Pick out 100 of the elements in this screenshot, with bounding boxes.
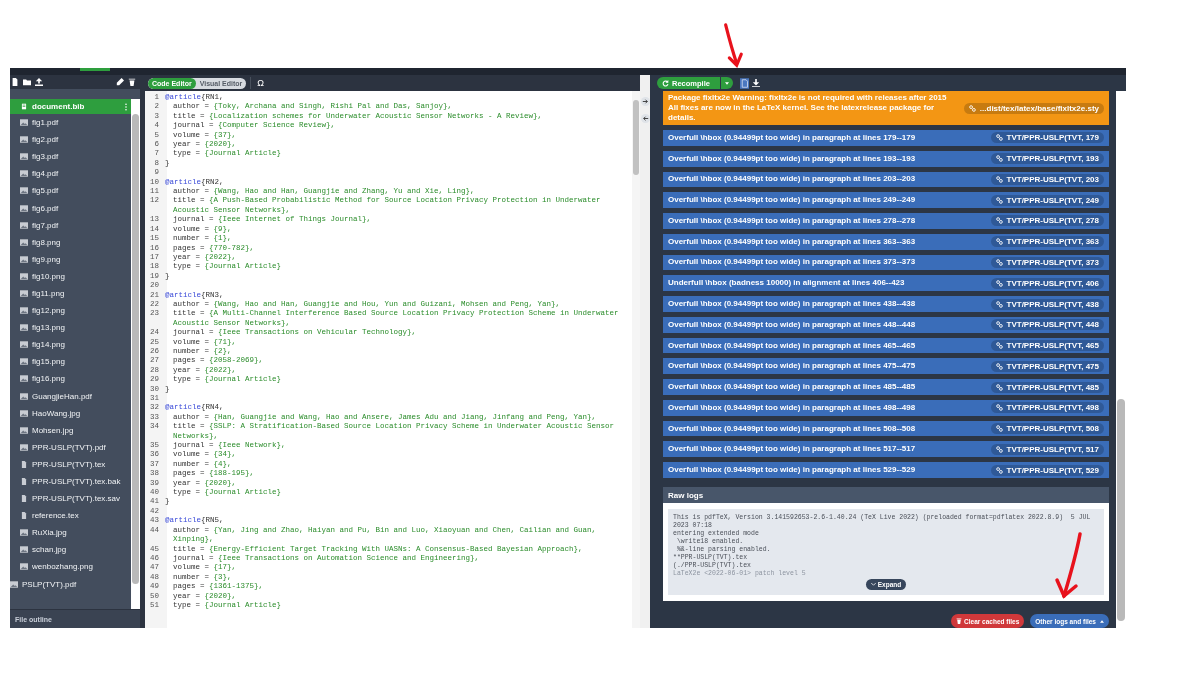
file-link[interactable]: TVT/PPR-USLP(TVT, 448 <box>990 319 1104 331</box>
link-icon <box>995 445 1003 453</box>
upload-icon[interactable] <box>35 78 43 86</box>
file-link[interactable]: TVT/PPR-USLP(TVT, 529 <box>990 464 1104 476</box>
new-file-icon[interactable] <box>11 78 19 86</box>
file-item[interactable]: PPR-USLP(TVT).tex <box>10 455 131 473</box>
image-file-icon <box>20 375 28 383</box>
file-link[interactable]: TVT/PPR-USLP(TVT, 406 <box>990 277 1104 289</box>
file-item[interactable]: fig7.pdf <box>10 216 131 234</box>
file-item[interactable]: fig3.pdf <box>10 148 131 166</box>
file-item[interactable]: GuangjieHan.pdf <box>10 387 131 405</box>
link-icon <box>995 238 1003 246</box>
file-item[interactable]: fig5.pdf <box>10 182 131 200</box>
log-entry[interactable]: Overfull \hbox (0.94499pt too wide) in paragraph at lines 203--203 TVT/PPR-USLP(TVT, 203 <box>663 171 1109 188</box>
file-link[interactable]: TVT/PPR-USLP(TVT, 179 <box>990 132 1104 144</box>
pencil-icon[interactable] <box>116 78 124 86</box>
log-message: Overfull \hbox (0.94499pt too wide) in paragraph at lines 179--179 <box>668 132 916 143</box>
file-link[interactable]: TVT/PPR-USLP(TVT, 517 <box>990 443 1104 455</box>
log-message: Overfull \hbox (0.94499pt too wide) in paragraph at lines 363--363 <box>668 236 916 247</box>
file-item[interactable]: schan.jpg <box>10 541 131 559</box>
trash-icon[interactable] <box>128 78 136 86</box>
log-entry[interactable]: Overfull \hbox (0.94499pt too wide) in paragraph at lines 179--179 TVT/PPR-USLP(TVT, 179 <box>663 130 1109 146</box>
file-item[interactable]: Mohsen.jpg <box>10 421 131 439</box>
image-file-icon <box>20 529 28 537</box>
folder-icon[interactable] <box>23 78 31 86</box>
image-file-icon <box>20 358 28 366</box>
log-message: Overfull \hbox (0.94499pt too wide) in paragraph at lines 485--485 <box>668 382 916 393</box>
file-item[interactable]: fig12.png <box>10 302 131 320</box>
file-item[interactable]: PPR-USLP(TVT).tex.bak <box>10 472 131 491</box>
image-file-icon <box>20 307 28 315</box>
document-icon[interactable] <box>739 77 749 89</box>
image-file-icon <box>20 153 28 161</box>
raw-logs-header[interactable]: Raw logs <box>663 487 1109 503</box>
file-item[interactable]: fig2.pdf <box>10 131 131 149</box>
file-link[interactable]: TVT/PPR-USLP(TVT, 498 <box>990 402 1104 414</box>
log-entry[interactable]: Overfull \hbox (0.94499pt too wide) in paragraph at lines 448--448 TVT/PPR-USLP(TVT, 448 <box>663 316 1109 333</box>
file-link[interactable]: TVT/PPR-USLP(TVT, 278 <box>990 215 1104 227</box>
log-entry[interactable]: Overfull \hbox (0.94499pt too wide) in paragraph at lines 249--249 TVT/PPR-USLP(TVT, 249 <box>663 192 1109 209</box>
arrow-left-icon[interactable] <box>640 114 650 123</box>
image-file-icon <box>20 272 28 280</box>
download-icon[interactable] <box>751 79 760 87</box>
log-entry[interactable]: Overfull \hbox (0.94499pt too wide) in paragraph at lines 193--193 TVT/PPR-USLP(TVT, 193 <box>663 150 1109 167</box>
file-link[interactable]: TVT/PPR-USLP(TVT, 508 <box>990 423 1104 435</box>
log-message: Overfull \hbox (0.94499pt too wide) in paragraph at lines 448--448 <box>668 319 916 330</box>
image-file-icon <box>20 221 28 229</box>
file-item[interactable]: RuXia.jpg <box>10 524 131 542</box>
log-entry[interactable]: Overfull \hbox (0.94499pt too wide) in paragraph at lines 438--438 TVT/PPR-USLP(TVT, 438 <box>663 296 1109 312</box>
link-icon <box>995 175 1003 183</box>
book-icon <box>20 103 28 110</box>
log-entry[interactable]: Underfull \hbox (badness 10000) in alignment at lines 406--423 TVT/PPR-USLP(TVT, 406 <box>663 275 1109 292</box>
file-link[interactable]: TVT/PPR-USLP(TVT, 465 <box>990 340 1104 352</box>
image-file-icon <box>10 580 18 588</box>
file-item[interactable]: fig10.png <box>10 267 131 285</box>
image-file-icon <box>20 426 28 434</box>
file-item[interactable]: PSLP(TVT).pdf <box>10 575 131 593</box>
file-link[interactable]: TVT/PPR-USLP(TVT, 485 <box>990 381 1104 393</box>
log-entry[interactable]: Overfull \hbox (0.94499pt too wide) in paragraph at lines 485--485 TVT/PPR-USLP(TVT, 485 <box>663 379 1109 395</box>
file-link[interactable]: TVT/PPR-USLP(TVT, 193 <box>990 153 1104 165</box>
image-file-icon <box>20 392 28 400</box>
file-item[interactable]: HaoWang.jpg <box>10 404 131 422</box>
annotation-arrow <box>722 22 744 70</box>
log-entry[interactable]: Overfull \hbox (0.94499pt too wide) in paragraph at lines 529--529 TVT/PPR-USLP(TVT, 529 <box>663 462 1109 478</box>
file-link[interactable]: TVT/PPR-USLP(TVT, 363 <box>990 236 1104 248</box>
arrow-right-icon[interactable] <box>640 97 650 106</box>
file-icon <box>20 460 28 468</box>
log-entry[interactable]: Overfull \hbox (0.94499pt too wide) in paragraph at lines 363--363 TVT/PPR-USLP(TVT, 363 <box>663 233 1109 250</box>
scrollbar[interactable] <box>632 91 640 628</box>
file-link[interactable]: TVT/PPR-USLP(TVT, 203 <box>990 173 1104 185</box>
file-link[interactable]: TVT/PPR-USLP(TVT, 438 <box>990 298 1104 310</box>
file-link[interactable]: TVT/PPR-USLP(TVT, 249 <box>990 194 1104 206</box>
file-link[interactable]: TVT/PPR-USLP(TVT, 475 <box>990 360 1104 372</box>
log-entry[interactable]: Overfull \hbox (0.94499pt too wide) in paragraph at lines 278--278 TVT/PPR-USLP(TVT, 278 <box>663 213 1109 229</box>
image-file-icon <box>20 290 28 297</box>
log-entry[interactable]: Overfull \hbox (0.94499pt too wide) in paragraph at lines 373--373 TVT/PPR-USLP(TVT, 373 <box>663 254 1109 271</box>
file-item[interactable]: fig6.pdf <box>10 199 131 217</box>
log-message: Overfull \hbox (0.94499pt too wide) in paragraph at lines 465--465 <box>668 340 916 351</box>
file-item[interactable]: wenbozhang.png <box>10 558 131 576</box>
file-item[interactable]: fig9.png <box>10 250 131 268</box>
file-item[interactable]: fig13.png <box>10 319 131 337</box>
file-item[interactable]: fig8.png <box>10 233 131 251</box>
file-item[interactable]: PPR-USLP(TVT).tex.sav <box>10 490 131 508</box>
log-entry[interactable]: Overfull \hbox (0.94499pt too wide) in paragraph at lines 498--498 TVT/PPR-USLP(TVT, 498 <box>663 399 1109 416</box>
file-item[interactable]: reference.tex <box>10 507 131 525</box>
image-file-icon <box>20 204 28 212</box>
file-item[interactable]: fig11.png <box>10 284 131 303</box>
file-item[interactable]: fig4.pdf <box>10 165 131 183</box>
log-entry[interactable]: Overfull \hbox (0.94499pt too wide) in paragraph at lines 475--475 TVT/PPR-USLP(TVT, 475 <box>663 358 1109 375</box>
scrollbar[interactable] <box>131 99 140 609</box>
file-item[interactable]: fig15.png <box>10 353 131 371</box>
file-link[interactable]: TVT/PPR-USLP(TVT, 373 <box>990 256 1104 268</box>
file-item[interactable]: fig14.png <box>10 336 131 354</box>
log-entry[interactable]: Overfull \hbox (0.94499pt too wide) in paragraph at lines 508--508 TVT/PPR-USLP(TVT, 508 <box>663 420 1109 437</box>
log-entry[interactable]: Overfull \hbox (0.94499pt too wide) in paragraph at lines 517--517 TVT/PPR-USLP(TVT, 517 <box>663 441 1109 458</box>
file-item[interactable]: fig16.png <box>10 370 131 388</box>
file-item[interactable]: PPR-USLP(TVT).pdf <box>10 438 131 456</box>
symbol-button[interactable]: Ω <box>255 78 267 88</box>
dropdown-button[interactable] <box>720 77 733 89</box>
caret-icon <box>1100 619 1104 623</box>
file-item[interactable]: fig1.pdf <box>10 114 131 132</box>
log-entry[interactable]: Overfull \hbox (0.94499pt too wide) in paragraph at lines 465--465 TVT/PPR-USLP(TVT, 465 <box>663 337 1109 354</box>
